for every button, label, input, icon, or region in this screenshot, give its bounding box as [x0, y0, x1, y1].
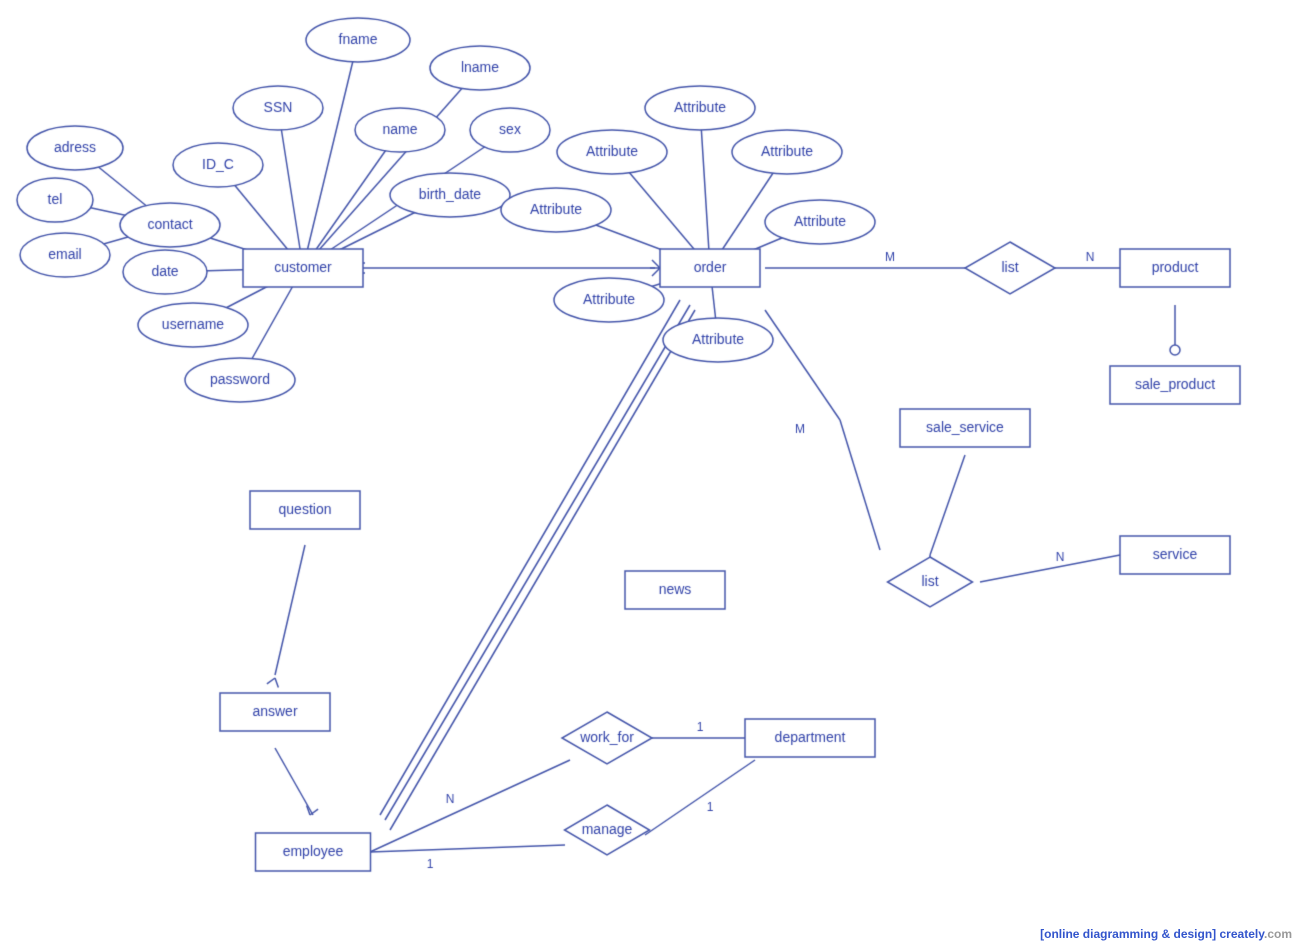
watermark-brand: creately [1220, 927, 1264, 941]
er-diagram [0, 0, 1302, 951]
watermark-prefix: [online diagramming & design] [1040, 927, 1216, 941]
watermark: [online diagramming & design] creately.c… [1040, 927, 1292, 941]
watermark-suffix: .com [1264, 927, 1292, 941]
